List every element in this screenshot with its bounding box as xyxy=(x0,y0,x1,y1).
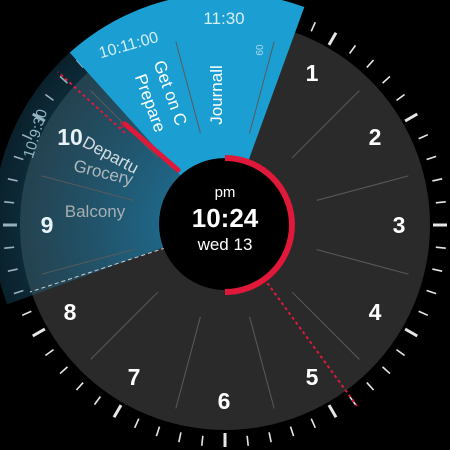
event-title: Balcony xyxy=(65,202,126,221)
hour-numeral-2: 2 xyxy=(369,124,382,150)
bezel-tick xyxy=(200,435,204,446)
period-label: pm xyxy=(215,184,236,201)
hour-numeral-6: 6 xyxy=(218,388,231,414)
watch-face: 11:30 10:11:00 10:9:30 09 Journall Get o… xyxy=(0,0,449,449)
event-small-label: 09 xyxy=(253,44,264,56)
hour-numeral-9: 9 xyxy=(41,212,54,238)
hour-numeral-1: 1 xyxy=(306,60,319,86)
hour-numeral-10: 10 xyxy=(57,124,83,150)
hour-numeral-5: 5 xyxy=(306,364,319,390)
event-title: Journall xyxy=(207,65,226,125)
event-small-label: 9 xyxy=(119,120,124,130)
hour-numeral-4: 4 xyxy=(369,299,382,325)
event-time-label: 11:30 xyxy=(203,9,244,28)
bezel-tick xyxy=(246,435,250,446)
bezel-tick xyxy=(435,246,446,250)
time-display: 10:24 xyxy=(192,203,259,233)
hour-numeral-7: 7 xyxy=(128,364,141,390)
hour-numeral-8: 8 xyxy=(64,299,77,325)
hour-numeral-3: 3 xyxy=(393,212,406,238)
bezel-tick xyxy=(435,200,446,204)
date-display: wed 13 xyxy=(197,235,253,254)
